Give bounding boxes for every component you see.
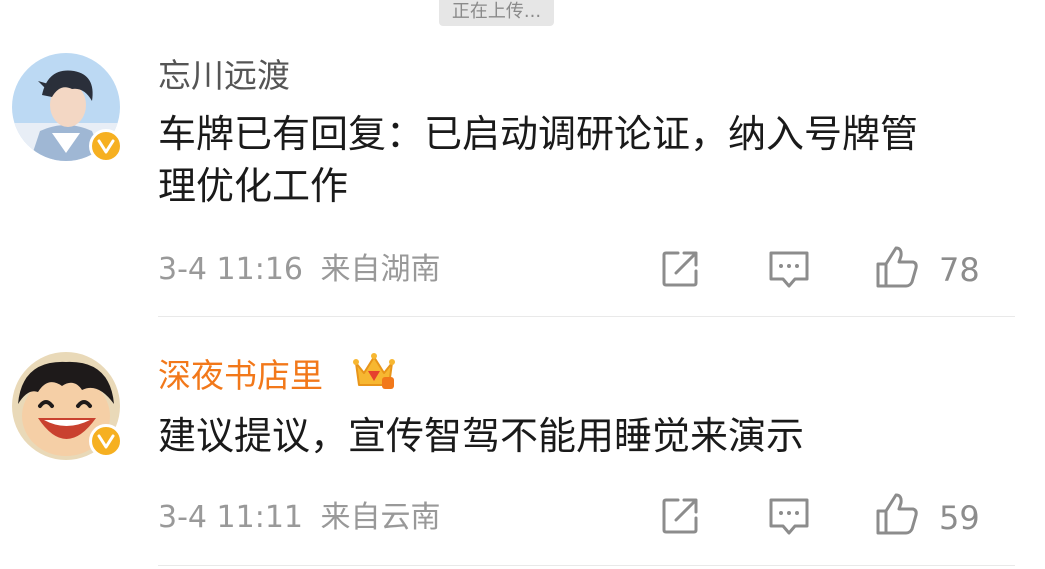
verified-badge-icon: [89, 129, 123, 163]
comment-location: 来自湖南: [320, 252, 441, 287]
share-icon[interactable]: [660, 249, 700, 289]
comment-divider: [158, 316, 1015, 317]
verified-badge-icon: [89, 424, 123, 458]
comment-icon[interactable]: [767, 249, 811, 289]
comment-meta: 3-4 11:11 来自云南: [158, 498, 441, 538]
like-count: 59: [939, 499, 980, 537]
comment-text: 车牌已有回复：已启动调研论证，纳入号牌管理优化工作: [158, 112, 919, 208]
crown-icon: [353, 353, 395, 389]
comment-time: 3-4 11:16: [158, 252, 303, 287]
comment-username-text: 深夜书店里: [158, 356, 323, 395]
like-icon[interactable]: [874, 491, 920, 537]
comment-divider: [158, 565, 1015, 566]
comment-location: 来自云南: [320, 500, 441, 535]
comment-text: 建议提议，宣传智驾不能用睡觉来演示: [158, 414, 805, 458]
comment-meta: 3-4 11:16 来自湖南: [158, 250, 441, 290]
comment-time: 3-4 11:11: [158, 500, 303, 535]
comment-icon[interactable]: [767, 496, 811, 536]
comment-item: 深夜书店里 建议提议，宣传智驾不能用睡觉来演示 3-4 11:11 来自云南 5…: [0, 318, 1045, 569]
comment-username[interactable]: 深夜书店里: [158, 356, 323, 396]
comment-item: 忘川远渡 车牌已有回复：已启动调研论证，纳入号牌管理优化工作 3-4 11:16…: [0, 0, 1045, 318]
like-count: 78: [939, 251, 980, 289]
like-icon[interactable]: [874, 244, 920, 290]
share-icon[interactable]: [660, 496, 700, 536]
comment-username[interactable]: 忘川远渡: [158, 56, 290, 96]
